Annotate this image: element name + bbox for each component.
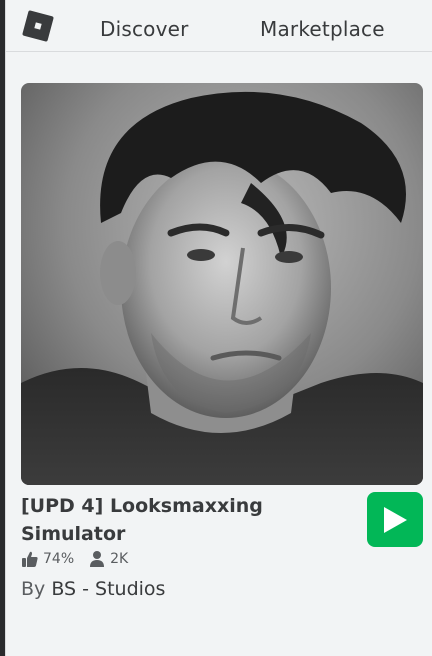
nav-marketplace-link[interactable]: Marketplace <box>260 17 385 41</box>
creator-name-link[interactable]: BS - Studios <box>51 578 165 600</box>
game-stats: 74% 2K <box>21 548 142 570</box>
game-creator: By BS - Studios <box>21 578 165 600</box>
game-thumbnail[interactable] <box>21 83 423 485</box>
roblox-logo-icon[interactable] <box>21 9 55 43</box>
play-icon <box>384 506 407 533</box>
game-title[interactable]: [UPD 4] Looksmaxxing Simulator <box>21 492 341 548</box>
creator-prefix: By <box>21 578 46 600</box>
person-icon <box>90 551 105 567</box>
play-button[interactable] <box>367 492 423 547</box>
app-window: Discover Marketplace [UPD 4] Looksmaxxin… <box>5 0 432 656</box>
players-value: 2K <box>110 551 129 567</box>
rating-value: 74% <box>43 551 75 567</box>
top-navigation-bar: Discover Marketplace <box>6 0 432 52</box>
players-stat: 2K <box>88 550 128 568</box>
rating-stat: 74% <box>21 550 74 568</box>
thumbs-up-icon <box>22 551 38 567</box>
nav-discover-link[interactable]: Discover <box>100 17 189 41</box>
